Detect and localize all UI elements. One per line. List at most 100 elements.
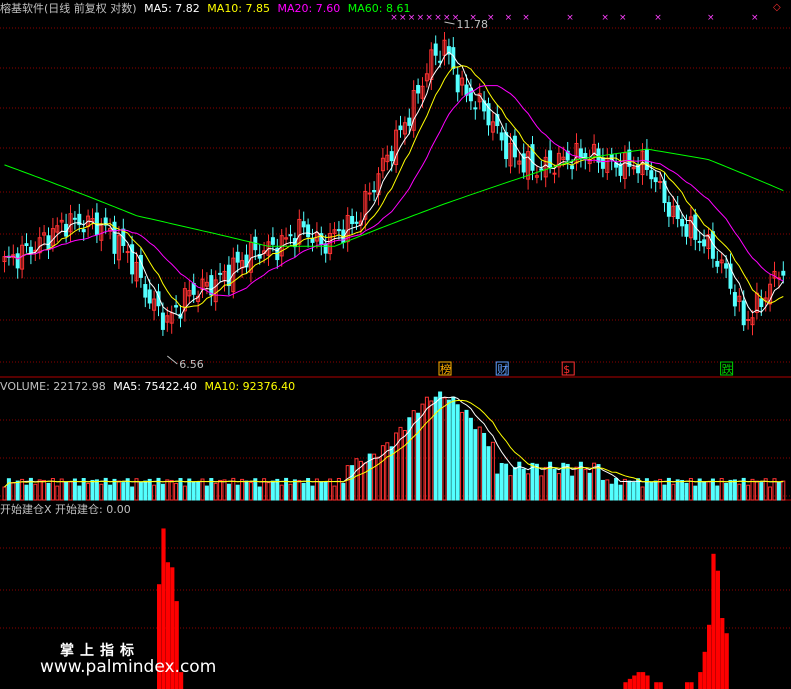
volume-bar — [671, 483, 676, 501]
candle-body — [416, 85, 421, 94]
volume-bar — [530, 462, 535, 501]
volume-bar — [609, 483, 614, 501]
price-legend: 榕基软件(日线 前复权 对数) MA5: 7.82 MA10: 7.85 MA2… — [0, 2, 414, 16]
indicator-bar — [707, 624, 712, 689]
candle-body — [433, 43, 438, 56]
volume-bar — [416, 412, 421, 501]
volume-value: VOLUME: 22172.98 — [0, 380, 106, 393]
indicator-bar — [623, 682, 628, 689]
volume-bar — [662, 484, 667, 501]
volume-bar — [301, 482, 306, 501]
indicator-label: 开始建仓X 开始建仓: 0.00 — [0, 503, 131, 516]
candle-body — [746, 318, 751, 321]
event-marker-label: 榜 — [440, 362, 451, 376]
volume-bar — [746, 484, 751, 501]
volume-bar — [653, 480, 658, 501]
volume-bar — [218, 479, 223, 501]
volume-bar — [68, 481, 73, 501]
watermark-url: www.palmindex.com — [40, 657, 217, 677]
volume-bar — [372, 453, 377, 501]
candle-body — [570, 165, 575, 170]
volume-bar — [754, 480, 759, 501]
volume-bar — [640, 486, 645, 501]
candle-body — [46, 235, 51, 250]
candle-body — [235, 251, 240, 263]
chart-canvas: 11.786.56 榜财 $ 跌× × × × × × × × × × × × × × × × × × — [0, 13, 791, 689]
volume-bar — [248, 482, 253, 501]
signal-cross: × — [443, 13, 451, 23]
volume-bar — [297, 479, 302, 501]
volume-bar — [543, 466, 548, 501]
volume-bar — [235, 484, 240, 501]
indicator-bar — [636, 672, 641, 689]
volume-bar — [451, 396, 456, 501]
volume-bar — [587, 472, 592, 501]
volume-bar — [684, 482, 689, 501]
indicator-bar — [702, 651, 707, 689]
candle-body — [658, 181, 663, 184]
volume-bar — [776, 482, 781, 501]
volume-bar — [697, 478, 702, 501]
volume-bar — [270, 480, 275, 501]
volume-bar — [402, 429, 407, 501]
candle-body — [732, 292, 737, 307]
indicator-bar — [658, 682, 663, 689]
volume-bar — [165, 479, 170, 501]
volume-bar — [160, 483, 165, 501]
volume-bar — [490, 441, 495, 501]
volume-ma10-line — [4, 399, 784, 488]
volume-bar — [226, 483, 231, 501]
indicator-bar — [685, 682, 690, 689]
signal-cross: × — [469, 13, 477, 23]
candle-body — [468, 87, 473, 102]
signal-cross: × — [619, 13, 627, 23]
event-marker-label: 跌 — [722, 362, 733, 376]
volume-bar — [345, 465, 350, 501]
volume-bar — [169, 479, 174, 501]
volume-bar — [116, 480, 121, 501]
volume-bar — [310, 485, 315, 501]
signal-cross: × — [434, 13, 442, 23]
volume-bar — [143, 480, 148, 501]
diamond-icon[interactable]: ◇ — [773, 2, 781, 13]
signal-cross: × — [707, 13, 715, 23]
volume-bar — [257, 486, 262, 501]
indicator-bar — [654, 682, 659, 689]
volume-bar — [446, 399, 451, 501]
annotation-leader — [166, 355, 178, 365]
signal-cross: × — [751, 13, 759, 23]
volume-bar — [187, 478, 192, 501]
candle-body — [301, 221, 306, 228]
volume-bar — [517, 461, 522, 501]
volume-bar — [424, 396, 429, 501]
volume-bar — [605, 479, 610, 501]
volume-bar — [15, 480, 20, 501]
candle-body — [218, 272, 223, 275]
volume-bar — [600, 479, 605, 501]
volume-bar — [658, 478, 663, 501]
event-marker-label: $ — [563, 363, 570, 376]
volume-bar — [728, 479, 733, 501]
volume-bar — [468, 417, 473, 501]
candle-body — [715, 261, 720, 267]
candle-body — [666, 202, 671, 217]
volume-bar — [90, 479, 95, 501]
volume-bar — [499, 462, 504, 501]
volume-bar — [37, 479, 42, 501]
candle-body — [367, 192, 372, 195]
ma5-legend: MA5: 7.82 — [144, 2, 200, 15]
candle-body — [539, 168, 544, 171]
candle-body — [270, 237, 275, 245]
candle-body — [653, 177, 658, 183]
volume-bar — [138, 482, 143, 501]
volume-bar — [2, 486, 7, 501]
volume-bar — [363, 462, 368, 501]
volume-bar — [213, 482, 218, 501]
volume-bar — [332, 485, 337, 501]
volume-ma10-legend: MA10: 92376.40 — [204, 380, 296, 393]
volume-bar — [521, 468, 526, 501]
volume-bar — [631, 482, 636, 501]
candle-body — [288, 234, 293, 237]
volume-bar — [288, 483, 293, 501]
candle-body — [310, 237, 315, 243]
